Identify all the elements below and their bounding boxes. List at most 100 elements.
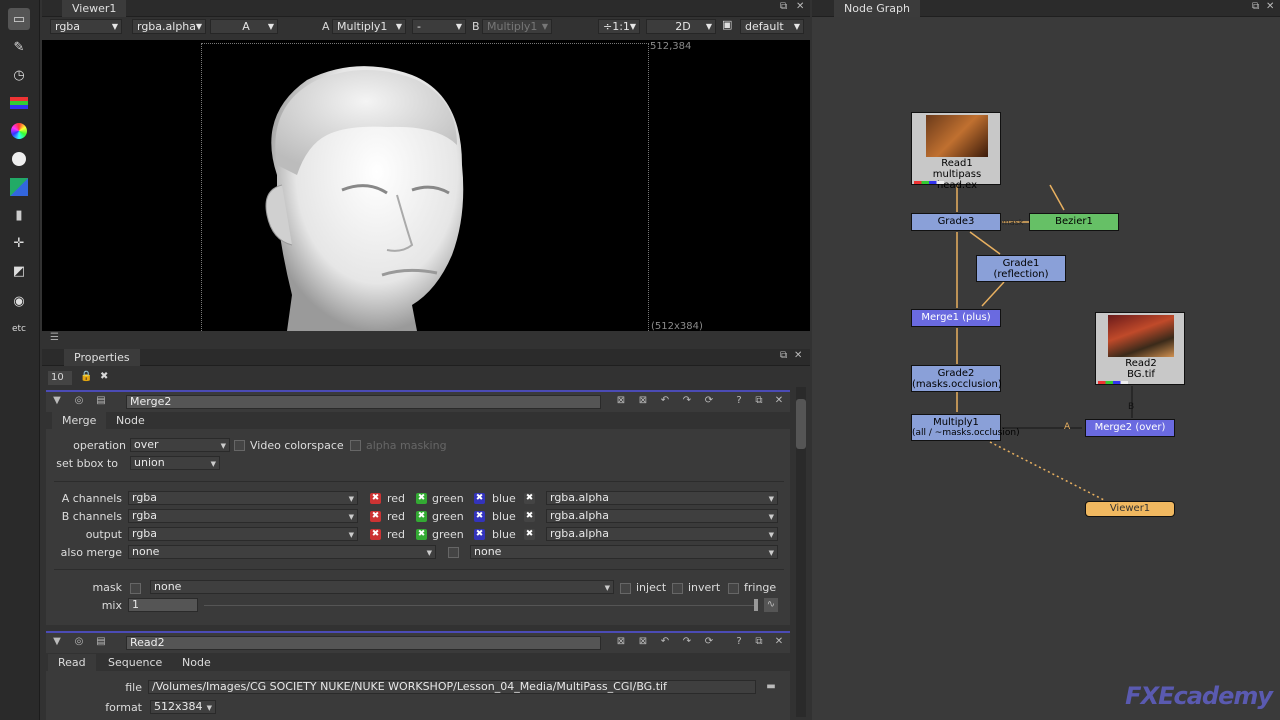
grade1-node[interactable]: Grade1 (reflection) [976,255,1066,282]
undo-icon[interactable]: ↶ [658,394,672,408]
lock-icon[interactable]: 🔒 [80,371,92,382]
float-icon[interactable]: ⧉ [780,1,787,12]
bezier1-node[interactable]: Bezier1 [1029,213,1119,231]
tab-sequence[interactable]: Sequence [98,654,172,671]
channel-icon[interactable] [8,92,30,114]
file-path-field[interactable]: /Volumes/Images/CG SOCIETY NUKE/NUKE WOR… [148,680,756,694]
curve-icon[interactable]: ∿ [764,598,778,612]
b-alpha-select[interactable]: rgba.alpha ▼ [546,509,778,523]
wipe-op-select[interactable]: - ▼ [412,19,466,34]
grade2-node[interactable]: Grade2 (masks.occlusion) [911,365,1002,392]
revert-icon[interactable]: ⊠ [614,394,628,408]
also-merge-2-select[interactable]: none ▼ [470,545,778,559]
tab-viewer1[interactable]: Viewer1 [62,0,127,17]
inject-checkbox[interactable] [620,583,631,594]
help-icon[interactable]: ? [732,635,746,649]
grade3-node[interactable]: Grade3 [911,213,1001,231]
max-panels-field[interactable]: 10 [48,371,72,385]
float-icon[interactable]: ⧉ [780,350,787,361]
transform-icon[interactable]: ◩ [8,260,30,282]
menu-handle-icon[interactable]: ☰ [50,332,59,343]
a-channels-select[interactable]: rgba ▼ [128,491,358,505]
alpha-select[interactable]: rgba.alpha ▼ [132,19,206,34]
green-checkbox[interactable]: ✖ [416,529,427,540]
also-merge-checkbox[interactable] [448,547,459,558]
a-alpha-select[interactable]: rgba.alpha ▼ [546,491,778,505]
blue-checkbox[interactable]: ✖ [474,529,485,540]
close-icon[interactable]: ✕ [772,394,786,408]
etc-icon[interactable]: etc [8,318,30,340]
revert-icon[interactable]: ⊠ [614,635,628,649]
undo-icon[interactable]: ↶ [658,635,672,649]
mask-checkbox[interactable] [130,583,141,594]
filter-icon[interactable] [8,176,30,198]
reset-icon[interactable]: ⊠ [636,635,650,649]
settings-icon[interactable]: ▤ [94,394,108,408]
close-icon[interactable]: ✕ [794,350,802,361]
node-name-field[interactable]: Read2 [126,636,601,650]
bbox-select[interactable]: union ▼ [130,456,220,470]
brush-icon[interactable]: ✎ [8,36,30,58]
tab-node[interactable]: Node [172,654,221,671]
tab-node[interactable]: Node [106,412,155,429]
red-checkbox[interactable]: ✖ [370,511,381,522]
tab-merge[interactable]: Merge [52,412,107,429]
format-select[interactable]: 512x384 ▼ [150,700,216,714]
alpha-masking-checkbox[interactable] [350,440,361,451]
channels-select[interactable]: rgba ▼ [50,19,122,34]
mask-select[interactable]: none ▼ [150,580,614,594]
operation-select[interactable]: over ▼ [130,438,230,452]
collapse-icon[interactable]: ▼ [50,635,64,649]
tab-read[interactable]: Read [48,654,96,671]
green-checkbox[interactable]: ✖ [416,493,427,504]
output-select[interactable]: rgba ▼ [128,527,358,541]
green-checkbox[interactable]: ✖ [416,511,427,522]
zoom-select[interactable]: ÷1:1 ▼ [598,19,640,34]
red-checkbox[interactable]: ✖ [370,493,381,504]
folder-icon[interactable]: ▬ [764,680,778,694]
input-a-select[interactable]: A ▼ [210,19,278,34]
reset-icon[interactable]: ⊠ [636,394,650,408]
node-color-icon[interactable]: ◎ [72,394,86,408]
fringe-checkbox[interactable] [728,583,739,594]
also-merge-select[interactable]: none ▼ [128,545,436,559]
b-channels-select[interactable]: rgba ▼ [128,509,358,523]
float-icon[interactable]: ⧉ [752,635,766,649]
invert-checkbox[interactable] [672,583,683,594]
refresh-icon[interactable]: ⟳ [702,394,716,408]
alpha-checkbox[interactable]: ✖ [524,493,535,504]
multiply1-node[interactable]: Multiply1 (all / ~masks.occlusion) [911,414,1020,441]
mix-slider[interactable] [204,605,758,606]
view-icon[interactable]: ◉ [8,290,30,312]
alpha-checkbox[interactable]: ✖ [524,511,535,522]
a-input-select[interactable]: Multiply1 ▼ [332,19,406,34]
merge1-node[interactable]: Merge1 (plus) [911,309,1001,327]
tab-properties[interactable]: Properties [64,349,140,366]
mix-field[interactable]: 1 [128,598,198,612]
settings-icon[interactable]: ▤ [94,635,108,649]
blue-checkbox[interactable]: ✖ [474,493,485,504]
read1-node[interactable]: Read1 multipass head.ex [911,112,1001,191]
close-icon[interactable]: ✕ [772,635,786,649]
read2-node[interactable]: Read2 BG.tif [1095,312,1185,385]
viewer1-node[interactable]: Viewer1 [1085,501,1175,517]
clock-icon[interactable]: ◷ [8,64,30,86]
video-colorspace-checkbox[interactable] [234,440,245,451]
red-checkbox[interactable]: ✖ [370,529,381,540]
output-alpha-select[interactable]: rgba.alpha ▼ [546,527,778,541]
color-icon[interactable] [8,120,30,142]
refresh-icon[interactable]: ⟳ [702,635,716,649]
lut-select[interactable]: default ▼ [740,19,804,34]
node-color-icon[interactable]: ◎ [72,635,86,649]
keyer-icon[interactable]: ▮ [8,204,30,226]
node-graph-panel[interactable]: Node Graph ⧉ ✕ Read1 multipass head.ex G… [812,0,1280,720]
mix-slider-handle[interactable] [754,599,758,611]
redo-icon[interactable]: ↷ [680,394,694,408]
float-icon[interactable]: ⧉ [752,394,766,408]
properties-scrollbar[interactable] [796,387,806,717]
collapse-icon[interactable]: ▼ [50,394,64,408]
help-icon[interactable]: ? [732,394,746,408]
close-icon[interactable]: ✕ [796,1,804,12]
redo-icon[interactable]: ↷ [680,635,694,649]
merge2-node[interactable]: Merge2 (over) [1085,419,1175,437]
